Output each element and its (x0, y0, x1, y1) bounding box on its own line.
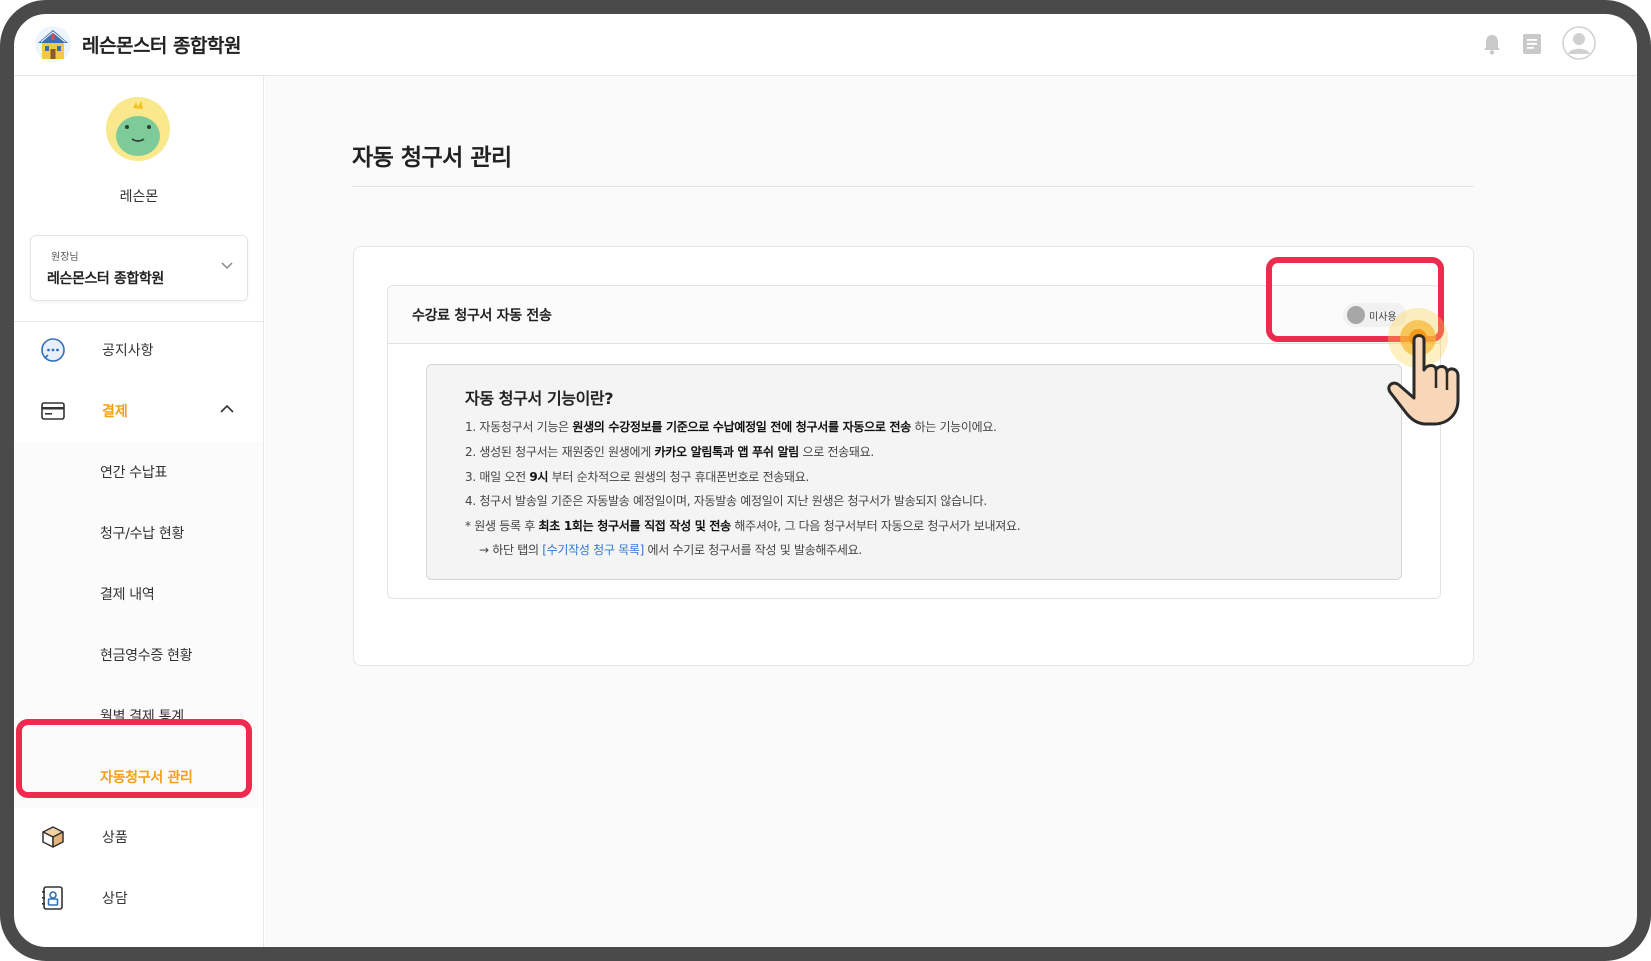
info-title: 자동 청구서 기능이란? (465, 389, 614, 408)
submenu-item-annual-receipt[interactable]: 연간 수납표 (14, 442, 262, 503)
info-line-6: → 하단 탭의 [수기작성 청구 목록] 에서 수기로 청구서를 작성 및 발송… (479, 543, 862, 557)
submenu-item-label: 결제 내역 (100, 587, 155, 603)
toggle-label: 미사용 (1369, 312, 1397, 323)
profile-name: 레슨몬 (119, 189, 159, 205)
sidebar-item-product[interactable]: 상품 (14, 807, 264, 867)
chat-bubble-icon (41, 338, 65, 362)
submenu-item-payment-history[interactable]: 결제 내역 (14, 564, 262, 625)
academy-name: 레슨몬스터 종합학원 (47, 271, 164, 287)
sidebar-item-label: 상담 (102, 891, 128, 907)
info-line-1: 1. 자동청구서 기능은 원생의 수강정보를 기준으로 수납예정일 전에 청구서… (465, 420, 997, 434)
submenu-item-label: 현금영수증 현황 (100, 648, 193, 664)
submenu-item-cash-receipt[interactable]: 현금영수증 현황 (14, 625, 262, 686)
sidebar-item-payment[interactable]: 결제 (14, 381, 264, 441)
page-title: 자동 청구서 관리 (352, 145, 512, 171)
contact-icon (42, 886, 63, 910)
bell-icon[interactable] (1482, 33, 1502, 55)
payment-submenu: 연간 수납표 청구/수납 현황 결제 내역 현금영수증 현황 월별 결제 통계 … (14, 442, 262, 808)
academy-role: 원장님 (51, 252, 79, 263)
auto-send-toggle[interactable]: 미사용 (1343, 303, 1407, 327)
main-content: 자동 청구서 관리 수강료 청구서 자동 전송 미사용 자동 청구서 기능이란?… (265, 76, 1637, 947)
brand-name[interactable]: 레슨몬스터 종합학원 (82, 31, 241, 58)
document-icon[interactable] (1522, 33, 1542, 55)
box-icon (42, 826, 64, 848)
title-divider (352, 186, 1474, 187)
sidebar: 레슨몬 원장님 레슨몬스터 종합학원 공지사항 결제 연간 수납표 청구/수납 … (14, 76, 264, 947)
top-header: 레슨몬스터 종합학원 (14, 14, 1637, 76)
submenu-item-auto-invoice[interactable]: 자동청구서 관리 (14, 747, 262, 808)
submenu-item-label: 월별 결제 통계 (100, 709, 184, 725)
sidebar-item-label: 결제 (102, 404, 128, 420)
chevron-up-icon[interactable] (220, 404, 234, 413)
sidebar-item-consult[interactable]: 상담 (14, 868, 264, 928)
auto-invoice-setting: 수강료 청구서 자동 전송 미사용 자동 청구서 기능이란? 1. 자동청구서 … (387, 285, 1441, 599)
academy-logo-icon (35, 26, 71, 62)
setting-header: 수강료 청구서 자동 전송 미사용 (388, 286, 1440, 344)
info-line-3: 3. 매일 오전 9시 부터 순차적으로 원생의 청구 휴대폰번호로 전송돼요. (465, 470, 810, 484)
submenu-item-billing-status[interactable]: 청구/수납 현황 (14, 503, 262, 564)
submenu-item-label: 청구/수납 현황 (100, 526, 185, 542)
chevron-down-icon (221, 262, 233, 270)
feature-info-box: 자동 청구서 기능이란? 1. 자동청구서 기능은 원생의 수강정보를 기준으로… (426, 364, 1402, 580)
sidebar-item-label: 상품 (102, 830, 128, 846)
user-avatar-icon[interactable] (1562, 26, 1596, 60)
submenu-item-monthly-stats[interactable]: 월별 결제 통계 (14, 686, 262, 747)
sidebar-item-notice[interactable]: 공지사항 (14, 320, 264, 380)
info-line-4: 4. 청구서 발송일 기준은 자동발송 예정일이며, 자동발송 예정일이 지난 … (465, 494, 987, 508)
academy-selector[interactable]: 원장님 레슨몬스터 종합학원 (30, 235, 248, 301)
sidebar-item-label: 공지사항 (102, 343, 154, 359)
info-line-5: * 원생 등록 후 최초 1회는 청구서를 직접 작성 및 전송 해주셔야, 그… (465, 519, 1021, 533)
submenu-item-label: 자동청구서 관리 (100, 770, 193, 786)
card-icon (41, 402, 65, 420)
profile-avatar (106, 97, 170, 161)
setting-title: 수강료 청구서 자동 전송 (412, 308, 552, 324)
manual-invoice-list-link[interactable]: [수기작성 청구 목록] (542, 543, 644, 557)
settings-card: 수강료 청구서 자동 전송 미사용 자동 청구서 기능이란? 1. 자동청구서 … (353, 246, 1474, 666)
toggle-knob (1347, 306, 1365, 324)
submenu-item-label: 연간 수납표 (100, 465, 168, 481)
info-line-2: 2. 생성된 청구서는 재원중인 원생에게 카카오 알림톡과 앱 푸쉬 알림 으… (465, 445, 874, 459)
app-screen: 레슨몬스터 종합학원 레슨몬 원장님 레슨몬스터 종합학원 공지사항 결제 연간… (14, 14, 1637, 947)
